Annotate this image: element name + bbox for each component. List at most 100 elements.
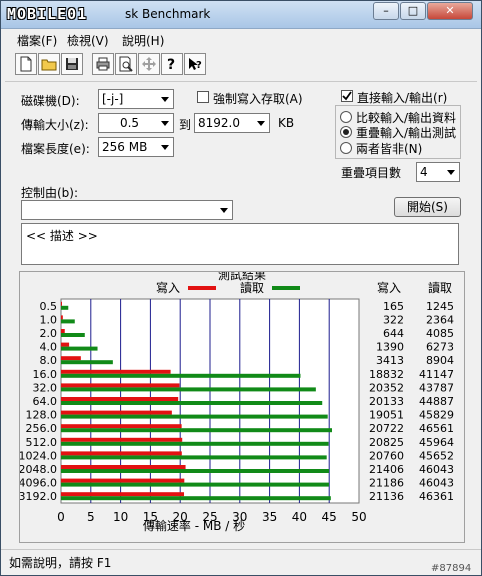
column-header-write: 寫入 [377,280,401,295]
read-value-label: 46561 [419,422,454,435]
queue-depth-select[interactable]: 4 [416,162,460,182]
maximize-button[interactable]: □ [400,2,426,20]
drive-select[interactable]: [-j-] [98,89,174,109]
watermark: #87894 [431,563,472,574]
new-file-icon [20,56,32,72]
svg-text:?: ? [196,60,202,71]
column-header-read: 讀取 [428,281,452,295]
printer-icon [96,57,110,71]
write-value-label: 3413 [376,354,404,367]
neither-label: 兩者皆非(N) [356,142,423,156]
neither-radio[interactable] [340,142,352,154]
write-value-label: 165 [383,300,404,313]
compare-io-radio[interactable] [340,111,352,123]
drive-label: 磁碟機(D): [21,94,80,108]
question-mark-icon: ? [167,57,175,72]
read-bar [61,428,333,433]
direct-io-checkbox[interactable] [341,90,353,102]
y-tick-label: 128.0 [26,409,58,422]
menu-file[interactable]: 檔案(F) [17,32,57,49]
read-value-label: 45652 [419,449,454,462]
write-bar [61,342,70,347]
read-bar [61,305,69,310]
close-button[interactable]: ✕ [427,2,473,20]
write-value-label: 20825 [369,436,404,449]
y-tick-label: 2.0 [40,327,58,340]
legend-write-label: 寫入 [156,280,180,295]
force-write-checkbox[interactable] [197,91,209,103]
write-bar [61,478,185,483]
y-tick-label: 0.5 [40,300,58,313]
open-button[interactable] [38,53,60,75]
menu-help[interactable]: 說明(H) [122,32,164,49]
queue-depth-label: 重疊項目數 [341,166,402,180]
write-value-label: 21406 [369,463,404,476]
description-text: << 描述 >> [26,229,98,243]
write-bar [61,369,171,374]
toolbar: ? ? [1,53,481,79]
save-button[interactable] [61,53,83,75]
x-tick-label: 40 [292,510,307,524]
read-bar [61,360,113,365]
read-bar [61,319,75,324]
open-folder-icon [41,59,57,71]
transfer-from-select[interactable]: 0.5 [98,113,174,133]
status-help-text: 如需說明，請按 F1 [9,556,112,570]
write-value-label: 21136 [369,490,404,503]
read-bar [61,496,331,501]
save-icon [66,58,78,70]
legend-write-swatch [188,286,216,290]
write-value-label: 20760 [369,449,404,462]
read-value-label: 4085 [426,327,454,340]
context-help-button[interactable]: ? [184,53,206,75]
write-value-label: 20722 [369,422,404,435]
check-mark-icon [342,91,352,101]
description-box[interactable]: << 描述 >> [21,223,459,265]
about-button[interactable]: ? [161,53,183,75]
title-bar[interactable]: MOBILE01 sk Benchmark – □ ✕ [1,1,481,29]
legend-read-swatch [272,286,300,290]
new-button[interactable] [15,53,37,75]
y-tick-label: 16.0 [33,368,58,381]
mobile01-logo: MOBILE01 [7,5,88,23]
transfer-size-label: 傳輸大小(z): [21,118,89,132]
write-bar [61,424,182,429]
read-value-label: 8904 [426,354,454,367]
print-button[interactable] [92,53,114,75]
read-value-label: 45829 [419,409,454,422]
overlap-io-radio[interactable] [340,126,352,138]
read-bar [61,414,328,419]
print-preview-button[interactable] [115,53,137,75]
read-value-label: 6273 [426,341,454,354]
maximize-icon: □ [407,4,419,17]
y-tick-label: 32.0 [33,381,58,394]
direct-io-label: 直接輸入/輸出(r) [357,91,448,105]
x-axis-label: 傳輸速率 - MB / 秒 [143,518,245,533]
x-tick-label: 0 [57,510,65,524]
start-button[interactable]: 開始(S) [394,197,461,217]
x-tick-label: 35 [262,510,277,524]
x-tick-label: 5 [87,510,95,524]
write-value-label: 20352 [369,381,404,394]
y-tick-label: 4096.0 [20,477,57,490]
menu-view[interactable]: 檢視(V) [67,32,109,49]
minimize-button[interactable]: – [373,2,399,20]
file-length-select[interactable]: 256 MB [98,137,174,157]
transfer-to-select[interactable]: 8192.0 [194,113,270,133]
write-bar [61,397,179,401]
y-tick-label: 1.0 [40,313,58,326]
read-value-label: 45964 [419,436,454,449]
move-button[interactable] [138,53,160,75]
write-value-label: 19051 [369,409,404,422]
read-bar [61,401,323,405]
write-bar [61,451,182,456]
read-value-label: 46043 [419,477,454,490]
x-tick-label: 10 [113,510,128,524]
control-by-select[interactable] [21,200,233,220]
toolbar-separator [5,81,477,82]
status-bar: 如需說明，請按 F1 #87894 [1,549,481,575]
write-value-label: 21186 [369,477,404,490]
menu-bar: 檔案(F) 檢視(V) 說明(H) [1,29,481,49]
read-bar [61,482,329,487]
force-write-label: 強制寫入存取(A) [213,92,303,106]
